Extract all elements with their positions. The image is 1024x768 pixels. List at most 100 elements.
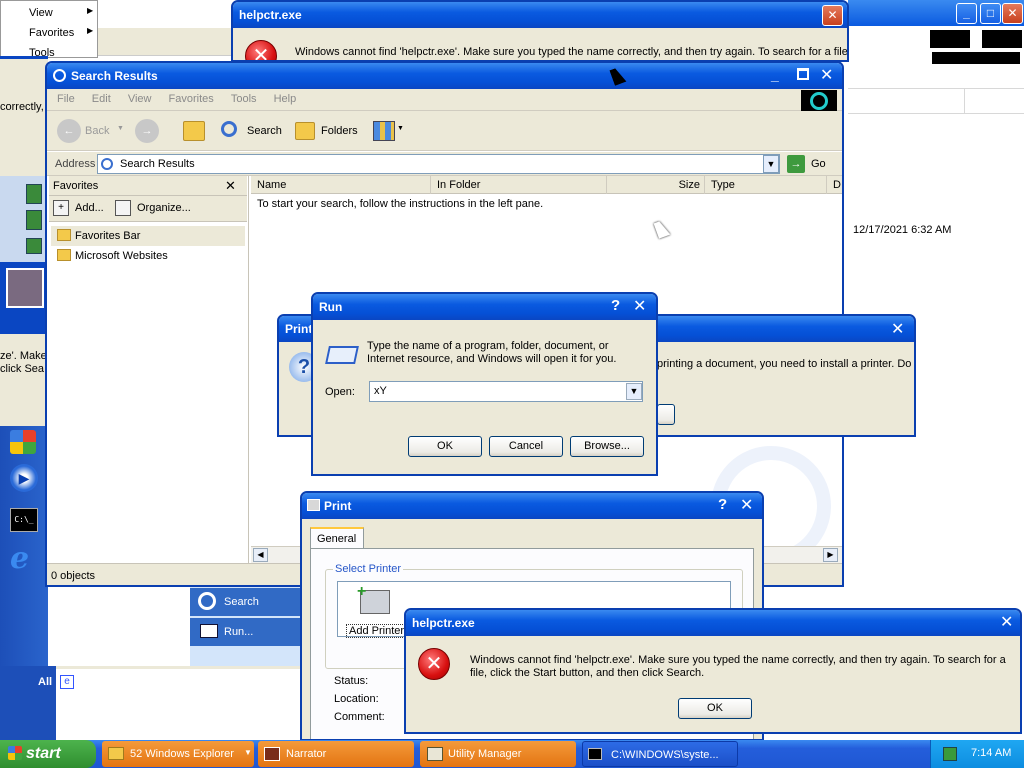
back-button[interactable]: ← Back ▼ (55, 119, 125, 143)
error-dialog-bottom: helpctr.exe ✕ ✕ Windows cannot find 'hel… (404, 608, 1022, 734)
run-title: Run (319, 300, 343, 314)
close-button[interactable]: ✕ (740, 495, 753, 515)
organize-favorites-button[interactable]: Organize... (115, 200, 205, 218)
minimize-button[interactable]: _ (956, 3, 977, 24)
ie-small-icon: e (60, 675, 74, 689)
windows-throbber-icon (801, 90, 837, 112)
views-button[interactable]: ▼ (373, 121, 405, 141)
combobox-arrow-icon[interactable]: ▼ (626, 383, 642, 400)
printer-message-button[interactable] (657, 404, 675, 425)
ok-button[interactable]: OK (408, 436, 482, 457)
open-combobox[interactable]: xY ▼ (369, 381, 643, 402)
clock[interactable]: 7:14 AM (971, 747, 1011, 759)
column-in-folder[interactable]: In Folder (431, 176, 607, 194)
scroll-right-icon[interactable]: ▶ (823, 548, 838, 562)
scroll-left-icon[interactable]: ◀ (253, 548, 268, 562)
address-label: Address (55, 158, 96, 170)
go-button[interactable]: → Go (787, 154, 833, 174)
taskbar-item-windows-explorer[interactable]: 52 Windows Explorer (102, 741, 254, 767)
minimize-button[interactable]: _ (771, 67, 779, 83)
maximize-button[interactable]: □ (980, 3, 1001, 24)
favorites-item[interactable]: Favorites Bar (51, 226, 245, 246)
close-button[interactable]: ✕ (633, 296, 646, 316)
taskbar-item-command-prompt[interactable]: C:\WINDOWS\syste... (582, 741, 738, 767)
media-player-icon[interactable]: ▶ (10, 464, 38, 492)
add-favorite-button[interactable]: + Add... (53, 200, 113, 218)
menu-favorites[interactable]: Favorites (169, 93, 214, 105)
error-message: Windows cannot find 'helpctr.exe'. Make … (470, 654, 1006, 679)
close-pane-icon[interactable]: ✕ (225, 178, 236, 194)
error-dialog-top: helpctr.exe ✕ ✕ Windows cannot find 'hel… (231, 0, 849, 62)
folders-button[interactable]: Folders (293, 119, 363, 143)
close-button[interactable]: ✕ (1002, 3, 1023, 24)
menu-tools[interactable]: Tools (231, 93, 257, 105)
standard-toolbar: ← Back ▼ → Search Folders ▼ (47, 111, 842, 151)
maximize-button[interactable] (797, 68, 809, 80)
printer-small-icon (307, 499, 320, 511)
ok-button[interactable]: OK (678, 698, 752, 719)
favorites-header: Favorites ✕ (49, 176, 247, 196)
address-dropdown-button[interactable]: ▼ (763, 155, 779, 173)
address-field[interactable]: Search Results (97, 154, 780, 174)
taskbar-item-narrator[interactable]: Narrator (258, 741, 414, 767)
organize-label: Organize... (137, 202, 191, 214)
add-printer-item[interactable]: Add Printer (346, 624, 408, 638)
app-icon (26, 238, 42, 254)
printer-message-text: printing a document, you need to install… (657, 358, 912, 370)
command-prompt-icon[interactable]: C:\_ (10, 508, 38, 532)
background-window-right: _ □ ✕ (848, 0, 1024, 124)
cancel-button[interactable]: Cancel (489, 436, 563, 457)
network-icon[interactable] (943, 747, 957, 761)
menu-item-view[interactable]: View (29, 7, 53, 19)
menu-file[interactable]: File (57, 93, 75, 105)
start-menu-panel: Search Run... (190, 586, 302, 666)
close-button[interactable]: ✕ (891, 319, 904, 339)
background-window-left: correctly, (0, 56, 48, 176)
close-button[interactable]: ✕ (822, 5, 843, 26)
search-icon (221, 121, 237, 137)
add-printer-icon: + (357, 583, 390, 614)
fragment-text: click Sea (0, 363, 45, 375)
favorites-pane: Favorites ✕ + Add... Organize... Favorit… (49, 176, 249, 563)
error-dialog-bottom-title: helpctr.exe (412, 616, 475, 630)
column-date[interactable]: D (827, 176, 842, 194)
search-button[interactable]: Search (219, 119, 285, 143)
help-button[interactable]: ? (611, 297, 620, 314)
taskbar-item-utility-manager[interactable]: Utility Manager (420, 741, 576, 767)
run-dialog: Run ? ✕ Type the name of a program, fold… (311, 292, 658, 476)
background-window-left-2 (0, 176, 48, 266)
folder-icon (108, 747, 124, 760)
column-size[interactable]: Size (607, 176, 705, 194)
close-button[interactable]: ✕ (1000, 612, 1013, 632)
start-menu-run-label: Run... (224, 626, 254, 638)
menu-item-favorites[interactable]: Favorites (29, 27, 74, 39)
start-menu-all-programs[interactable]: All (38, 676, 52, 688)
favorites-item[interactable]: Microsoft Websites (51, 246, 245, 266)
status-text: 0 objects (51, 570, 96, 582)
run-description: Type the name of a program, folder, docu… (367, 340, 617, 365)
help-button[interactable]: ? (718, 496, 727, 513)
forward-button[interactable]: → (135, 119, 159, 143)
up-folder-icon[interactable] (183, 121, 205, 141)
folder-icon (57, 229, 71, 241)
print-titlebar: Print (302, 493, 762, 519)
close-button[interactable]: ✕ (820, 65, 833, 85)
taskbar-item-label: 52 Windows Explorer (130, 748, 234, 760)
browse-button[interactable]: Browse... (570, 436, 644, 457)
select-printer-label: Select Printer (333, 563, 404, 575)
go-label: Go (811, 158, 826, 170)
grid-line (848, 88, 1024, 114)
search-results-title: Search Results (71, 69, 158, 83)
column-type[interactable]: Type (705, 176, 827, 194)
menu-help[interactable]: Help (274, 93, 297, 105)
tab-general[interactable]: General (310, 527, 364, 549)
menu-view[interactable]: View (128, 93, 152, 105)
windows-logo-icon[interactable] (10, 430, 36, 454)
address-bar: Address Search Results ▼ → Go (47, 152, 842, 176)
command-prompt-icon (588, 748, 602, 760)
internet-explorer-icon[interactable]: e (10, 544, 40, 574)
background-toolbar-strip (98, 28, 234, 56)
menu-edit[interactable]: Edit (92, 93, 111, 105)
column-name[interactable]: Name (251, 176, 431, 194)
start-menu-inner: e (56, 666, 302, 740)
